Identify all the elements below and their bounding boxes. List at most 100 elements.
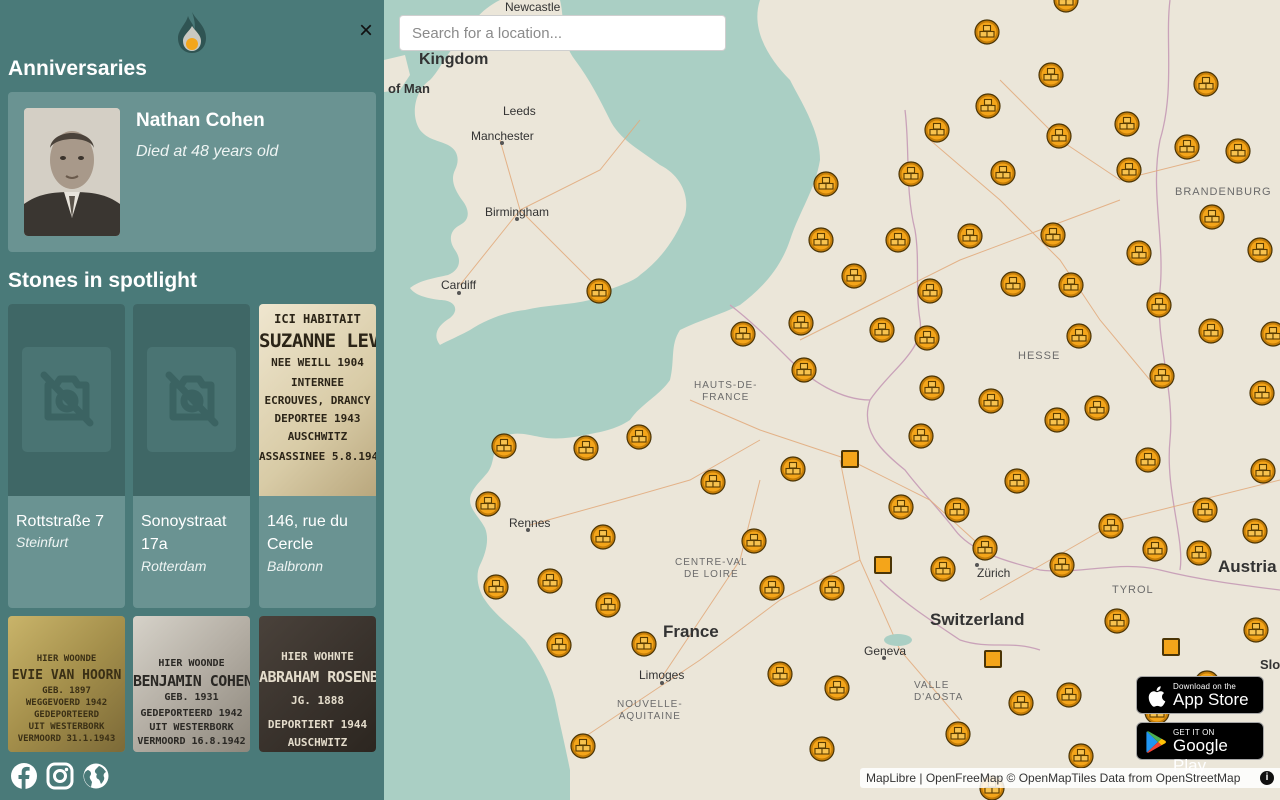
stone-marker[interactable]	[1038, 62, 1064, 88]
stone-marker[interactable]	[1000, 271, 1026, 297]
stone-marker[interactable]	[1046, 123, 1072, 149]
stone-marker[interactable]	[1116, 157, 1142, 183]
stone-marker[interactable]	[841, 263, 867, 289]
stone-marker[interactable]	[1066, 323, 1092, 349]
stone-marker[interactable]	[573, 435, 599, 461]
stone-marker[interactable]	[914, 325, 940, 351]
openfreemap-link[interactable]: OpenFreeMap	[926, 771, 1003, 785]
close-button[interactable]: ×	[354, 19, 378, 44]
app-store-badge[interactable]: Download on the App Store	[1136, 676, 1264, 714]
stone-marker[interactable]	[1225, 138, 1251, 164]
stone-marker[interactable]	[975, 93, 1001, 119]
stone-marker[interactable]	[908, 423, 934, 449]
stone-marker[interactable]	[974, 19, 1000, 45]
stone-cluster-marker[interactable]	[1162, 638, 1180, 656]
stone-marker[interactable]	[972, 535, 998, 561]
stone-marker[interactable]	[1174, 134, 1200, 160]
stone-marker[interactable]	[1053, 0, 1079, 13]
stone-marker[interactable]	[808, 227, 834, 253]
stone-marker[interactable]	[990, 160, 1016, 186]
stone-marker[interactable]	[1104, 608, 1130, 634]
stone-cluster-marker[interactable]	[841, 450, 859, 468]
stone-card[interactable]: HIER WOONDE EVIE VAN HOORN GEB. 1897 WEG…	[8, 616, 125, 752]
stone-marker[interactable]	[1068, 743, 1094, 769]
stone-marker[interactable]	[626, 424, 652, 450]
stone-cluster-marker[interactable]	[984, 650, 1002, 668]
stone-marker[interactable]	[767, 661, 793, 687]
stone-marker[interactable]	[1044, 407, 1070, 433]
stone-marker[interactable]	[759, 575, 785, 601]
stone-marker[interactable]	[1084, 395, 1110, 421]
stone-cluster-marker[interactable]	[874, 556, 892, 574]
stone-marker[interactable]	[1193, 71, 1219, 97]
stone-marker[interactable]	[1249, 380, 1275, 406]
stone-marker[interactable]	[1114, 111, 1140, 137]
stone-marker[interactable]	[1098, 513, 1124, 539]
stone-marker[interactable]	[888, 494, 914, 520]
stone-marker[interactable]	[1126, 240, 1152, 266]
stone-marker[interactable]	[631, 631, 657, 657]
stone-marker[interactable]	[700, 469, 726, 495]
stone-marker[interactable]	[780, 456, 806, 482]
maplibre-link[interactable]: MapLibre	[866, 771, 916, 785]
stone-marker[interactable]	[919, 375, 945, 401]
stone-marker[interactable]	[546, 632, 572, 658]
stone-marker[interactable]	[869, 317, 895, 343]
stone-marker[interactable]	[1186, 540, 1212, 566]
stone-marker[interactable]	[570, 733, 596, 759]
stone-marker[interactable]	[537, 568, 563, 594]
stone-marker[interactable]	[483, 574, 509, 600]
stone-marker[interactable]	[1004, 468, 1030, 494]
stone-card[interactable]: Rottstraße 7 Steinfurt	[8, 304, 125, 608]
stone-marker[interactable]	[885, 227, 911, 253]
stone-marker[interactable]	[957, 223, 983, 249]
stone-marker[interactable]	[824, 675, 850, 701]
globe-icon[interactable]	[82, 762, 110, 790]
stone-marker[interactable]	[1049, 552, 1075, 578]
stone-marker[interactable]	[898, 161, 924, 187]
stone-marker[interactable]	[1247, 237, 1273, 263]
stone-marker[interactable]	[1198, 318, 1224, 344]
stone-marker[interactable]	[813, 171, 839, 197]
stone-card[interactable]: Sonoystraat 17a Rotterdam	[133, 304, 250, 608]
openmaptiles-link[interactable]: © OpenMapTiles	[1003, 771, 1097, 785]
stone-marker[interactable]	[1135, 447, 1161, 473]
stone-marker[interactable]	[1260, 321, 1280, 347]
stone-marker[interactable]	[586, 278, 612, 304]
stone-marker[interactable]	[1199, 204, 1225, 230]
stone-marker[interactable]	[930, 556, 956, 582]
stone-marker[interactable]	[819, 575, 845, 601]
stone-marker[interactable]	[475, 491, 501, 517]
facebook-icon[interactable]	[10, 762, 38, 790]
anniversary-card[interactable]: Nathan Cohen Died at 48 years old	[8, 92, 376, 252]
stone-marker[interactable]	[1192, 497, 1218, 523]
stone-card[interactable]: ICI HABITAIT SUZANNE LEVY NEE WEILL 1904…	[259, 304, 376, 608]
stone-marker[interactable]	[924, 117, 950, 143]
stone-marker[interactable]	[945, 721, 971, 747]
stone-marker[interactable]	[1243, 617, 1269, 643]
search-input[interactable]	[399, 15, 726, 51]
info-icon[interactable]: i	[1260, 771, 1274, 785]
stone-marker[interactable]	[944, 497, 970, 523]
stone-marker[interactable]	[1058, 272, 1084, 298]
stone-marker[interactable]	[1242, 518, 1268, 544]
stone-marker[interactable]	[788, 310, 814, 336]
stone-marker[interactable]	[791, 357, 817, 383]
stone-marker[interactable]	[978, 388, 1004, 414]
stone-marker[interactable]	[730, 321, 756, 347]
stone-marker[interactable]	[917, 278, 943, 304]
stone-marker[interactable]	[1142, 536, 1168, 562]
stone-marker[interactable]	[491, 433, 517, 459]
map-canvas[interactable]: Newcastle Kingdom of Man Leeds Mancheste…	[384, 0, 1280, 800]
stone-card[interactable]: HIER WOONDE BENJAMIN COHEN GEB. 1931 GED…	[133, 616, 250, 752]
stone-marker[interactable]	[1146, 292, 1172, 318]
stone-marker[interactable]	[1056, 682, 1082, 708]
stone-marker[interactable]	[809, 736, 835, 762]
instagram-icon[interactable]	[46, 762, 74, 790]
stone-marker[interactable]	[595, 592, 621, 618]
stone-card[interactable]: HIER WOHNTE ABRAHAM ROSENBERG JG. 1888 D…	[259, 616, 376, 752]
stone-marker[interactable]	[741, 528, 767, 554]
stone-marker[interactable]	[1149, 363, 1175, 389]
google-play-badge[interactable]: GET IT ON Google Play	[1136, 722, 1264, 775]
stone-marker[interactable]	[1008, 690, 1034, 716]
